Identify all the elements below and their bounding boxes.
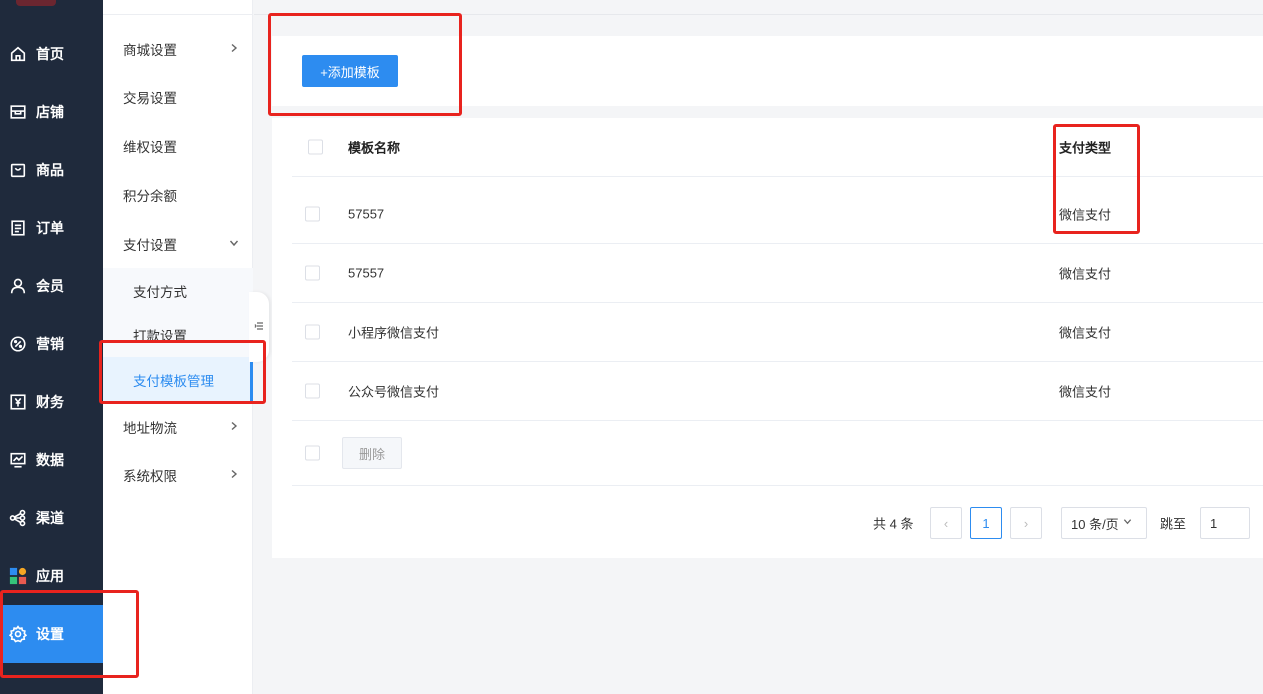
page-size-select[interactable]: 10 条/页 <box>1061 507 1147 539</box>
cell-payment-type: 微信支付 <box>1059 384 1112 400</box>
row-checkbox[interactable] <box>305 265 320 281</box>
cell-payment-type: 微信支付 <box>1059 207 1112 223</box>
table-row[interactable]: 57557 微信支付 <box>292 244 1263 303</box>
nav-item-label: 财务 <box>36 394 64 410</box>
table-row[interactable]: 小程序微信支付 微信支付 <box>292 303 1263 362</box>
submenu-item-mall-settings[interactable]: 商城设置 <box>103 26 253 72</box>
submenu-item-payment-methods[interactable]: 支付方式 <box>103 268 253 314</box>
next-page-button[interactable]: › <box>1010 507 1042 539</box>
shop-icon <box>9 103 27 121</box>
nav-item-channels[interactable]: 渠道 <box>0 489 103 547</box>
nav-item-orders[interactable]: 订单 <box>0 199 103 257</box>
nav-item-finance[interactable]: 财务 <box>0 373 103 431</box>
chevron-down-icon <box>229 237 239 251</box>
nav-item-label: 店铺 <box>36 104 64 120</box>
cell-template-name: 57557 <box>348 206 385 222</box>
settings-submenu: 商城设置 交易设置 维权设置 积分余额 支付设置 支付方式 打款设置 支付模板管… <box>103 0 253 694</box>
apps-icon <box>9 567 27 585</box>
nav-item-label: 数据 <box>36 452 64 468</box>
chevron-right-icon <box>229 42 239 56</box>
nav-item-label: 营销 <box>36 336 64 352</box>
discount-icon <box>9 335 27 353</box>
table-row[interactable]: 公众号微信支付 微信支付 <box>292 362 1263 421</box>
chevron-right-icon <box>229 468 239 482</box>
column-header-name: 模板名称 <box>348 140 401 156</box>
column-header-type: 支付类型 <box>1059 140 1112 156</box>
collapse-menu-handle[interactable] <box>249 292 269 362</box>
chevron-down-icon <box>1123 517 1132 529</box>
row-checkbox[interactable] <box>305 383 320 399</box>
submenu-item-trade-settings[interactable]: 交易设置 <box>103 74 253 120</box>
nav-item-label: 订单 <box>36 220 64 236</box>
nav-item-label: 设置 <box>36 626 64 642</box>
home-icon <box>9 45 27 63</box>
prev-page-button[interactable]: ‹ <box>930 507 962 539</box>
submenu-item-transfer-settings[interactable]: 打款设置 <box>103 312 253 358</box>
nav-item-apps[interactable]: 应用 <box>0 547 103 605</box>
select-all-checkbox[interactable] <box>308 139 323 155</box>
logo <box>16 0 56 6</box>
toolbar-card: +添加模板 <box>272 36 1263 106</box>
nav-item-goods[interactable]: 商品 <box>0 141 103 199</box>
row-checkbox[interactable] <box>305 324 320 340</box>
submenu-item-payment-settings[interactable]: 支付设置 <box>103 221 253 267</box>
menu-fold-icon <box>254 320 264 334</box>
goto-label: 跳至 <box>1160 516 1187 532</box>
nav-item-shop[interactable]: 店铺 <box>0 83 103 141</box>
nav-item-settings[interactable]: 设置 <box>0 605 103 663</box>
nav-item-data[interactable]: 数据 <box>0 431 103 489</box>
nav-item-label: 会员 <box>36 278 64 294</box>
chevron-right-icon <box>229 420 239 434</box>
submenu-item-points-balance[interactable]: 积分余额 <box>103 172 253 218</box>
user-icon <box>9 277 27 295</box>
pagination-total: 共 4 条 <box>873 516 914 532</box>
cell-template-name: 公众号微信支付 <box>348 384 440 400</box>
chart-icon <box>9 451 27 469</box>
delete-button[interactable]: 删除 <box>342 437 402 469</box>
submenu-item-system-permissions[interactable]: 系统权限 <box>103 452 253 498</box>
template-table: 模板名称 支付类型 57557 微信支付 57557 微信支付 小程序微信支付 … <box>272 118 1263 558</box>
nav-item-label: 首页 <box>36 46 64 62</box>
nav-item-label: 商品 <box>36 162 64 178</box>
cell-payment-type: 微信支付 <box>1059 266 1112 282</box>
bulk-select-checkbox[interactable] <box>305 445 320 461</box>
nav-item-label: 应用 <box>36 568 64 584</box>
table-row[interactable]: 57557 微信支付 <box>292 185 1263 244</box>
gear-icon <box>9 625 27 643</box>
pagination: 共 4 条 ‹ 1 › 10 条/页 跳至 <box>272 507 1263 539</box>
bulk-actions-row: 删除 <box>292 421 1263 486</box>
cell-payment-type: 微信支付 <box>1059 325 1112 341</box>
nav-item-marketing[interactable]: 营销 <box>0 315 103 373</box>
order-icon <box>9 219 27 237</box>
main-nav: 首页 店铺 商品 订单 会员 营销 财务 数据 渠道 应用 设置 <box>0 0 103 694</box>
cell-template-name: 57557 <box>348 265 385 281</box>
cell-template-name: 小程序微信支付 <box>348 325 440 341</box>
yen-icon <box>9 393 27 411</box>
table-header-row: 模板名称 支付类型 <box>292 118 1263 177</box>
bag-icon <box>9 161 27 179</box>
nav-item-label: 渠道 <box>36 510 64 526</box>
submenu-item-rights-settings[interactable]: 维权设置 <box>103 123 253 169</box>
submenu-item-address-logistics[interactable]: 地址物流 <box>103 404 253 450</box>
row-checkbox[interactable] <box>305 206 320 222</box>
share-icon <box>9 509 27 527</box>
page-button-current[interactable]: 1 <box>970 507 1002 539</box>
goto-page-input[interactable] <box>1200 507 1250 539</box>
nav-item-members[interactable]: 会员 <box>0 257 103 315</box>
submenu-item-payment-templates[interactable]: 支付模板管理 <box>103 357 253 403</box>
add-template-button[interactable]: +添加模板 <box>302 55 398 87</box>
nav-item-home[interactable]: 首页 <box>0 25 103 83</box>
